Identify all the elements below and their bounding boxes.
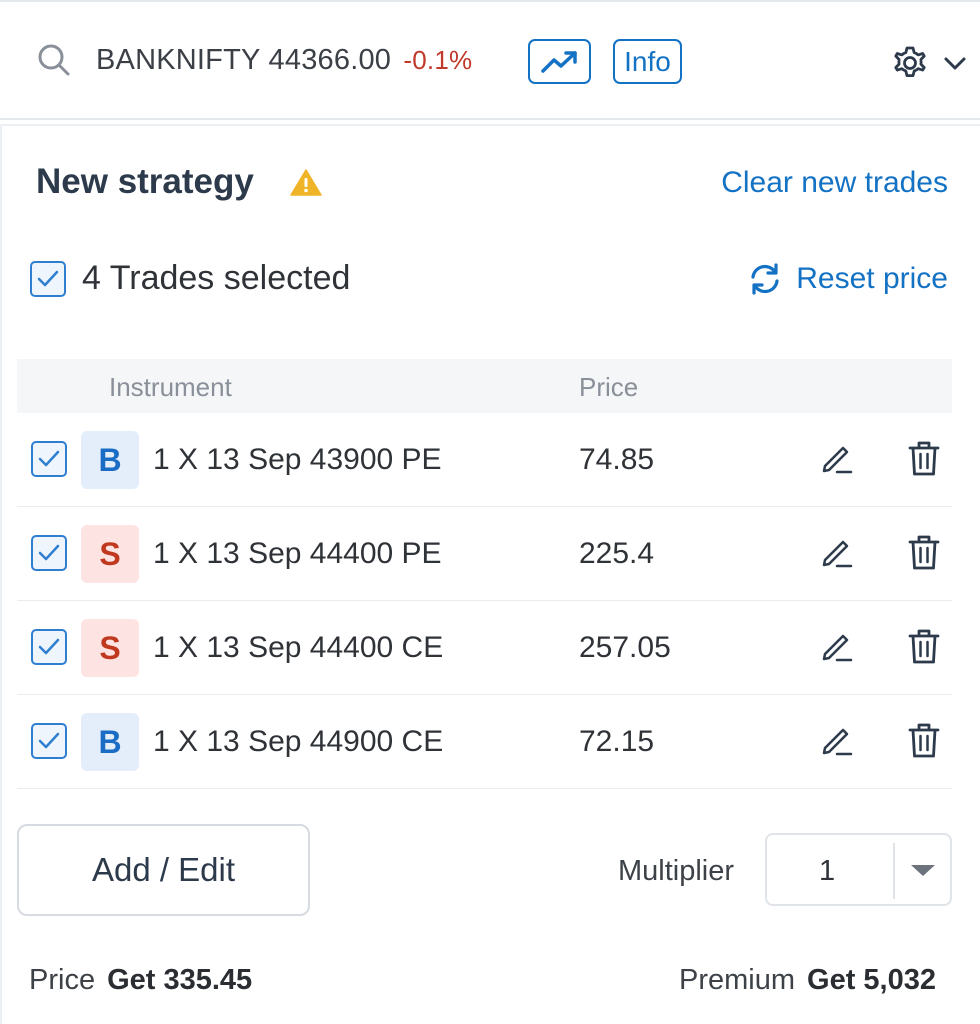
pencil-icon[interactable]	[819, 628, 855, 664]
select-divider	[893, 843, 895, 899]
trash-icon[interactable]	[907, 721, 941, 759]
ticker-ltp: 44366.00	[268, 44, 392, 76]
multiplier-value: 1	[819, 855, 836, 887]
trade-price: 72.15	[579, 725, 655, 758]
table-row: B 1 X 13 Sep 43900 PE 74.85	[17, 413, 952, 507]
caret-down-icon[interactable]	[911, 865, 935, 876]
trash-icon[interactable]	[907, 627, 941, 665]
trend-chart-icon	[540, 50, 577, 73]
chart-button[interactable]	[528, 39, 591, 84]
instrument-name: 1 X 13 Sep 43900 PE	[153, 443, 442, 476]
instrument-name: 1 X 13 Sep 44900 CE	[153, 725, 444, 758]
check-icon	[38, 732, 60, 749]
check-icon	[38, 544, 60, 561]
price-summary-value: Get 335.45	[107, 964, 253, 996]
refresh-icon	[751, 263, 779, 295]
instrument-name: 1 X 13 Sep 44400 PE	[153, 537, 442, 570]
trades-selected-label: 4 Trades selected	[82, 259, 351, 297]
pencil-icon[interactable]	[819, 722, 855, 758]
premium-summary-value: Get 5,032	[807, 964, 936, 996]
add-edit-button[interactable]: Add / Edit	[17, 824, 310, 916]
side-badge: B	[81, 431, 139, 489]
side-badge: S	[81, 619, 139, 677]
ticker-quote[interactable]: BANKNIFTY 44366.00 -0.1%	[96, 44, 472, 77]
ticker-change: -0.1%	[403, 45, 473, 75]
instrument-name: 1 X 13 Sep 44400 CE	[153, 631, 444, 664]
multiplier-label: Multiplier	[618, 855, 735, 887]
trash-icon[interactable]	[907, 439, 941, 477]
gear-icon[interactable]	[890, 42, 930, 82]
ticker-symbol: BANKNIFTY	[96, 44, 261, 76]
table-row: S 1 X 13 Sep 44400 CE 257.05	[17, 601, 952, 695]
row-checkbox[interactable]	[31, 723, 67, 759]
row-checkbox[interactable]	[31, 629, 67, 665]
row-checkbox[interactable]	[31, 535, 67, 571]
column-instrument: Instrument	[109, 372, 232, 402]
info-button[interactable]: Info	[613, 39, 682, 84]
trash-icon[interactable]	[907, 533, 941, 571]
table-header: Instrument Price	[17, 359, 952, 413]
trade-price: 225.4	[579, 537, 655, 570]
reset-price-button[interactable]: Reset price	[748, 262, 948, 296]
trade-price: 257.05	[579, 631, 671, 664]
row-checkbox[interactable]	[31, 441, 67, 477]
side-badge: S	[81, 525, 139, 583]
column-price: Price	[579, 372, 639, 402]
clear-new-trades-link[interactable]: Clear new trades	[721, 166, 948, 200]
strategy-panel: New strategy Clear new trades 4 Trades s…	[0, 124, 980, 1024]
multiplier-select[interactable]: 1	[765, 833, 952, 906]
side-badge: B	[81, 713, 139, 771]
check-icon	[38, 450, 60, 467]
search-icon[interactable]	[36, 42, 72, 78]
trade-price: 74.85	[579, 443, 655, 476]
table-row: B 1 X 13 Sep 44900 CE 72.15	[17, 695, 952, 789]
premium-summary: Premium Get 5,032	[679, 964, 936, 997]
strategy-title: New strategy	[36, 162, 254, 201]
chevron-down-icon[interactable]	[942, 50, 968, 76]
check-icon	[37, 270, 59, 287]
top-bar: BANKNIFTY 44366.00 -0.1% Info	[0, 0, 980, 120]
price-summary-label: Price	[29, 964, 96, 996]
reset-price-label: Reset price	[796, 262, 948, 295]
warning-icon	[290, 169, 322, 196]
pencil-icon[interactable]	[819, 440, 855, 476]
select-all-checkbox[interactable]	[30, 261, 66, 297]
premium-summary-label: Premium	[679, 964, 796, 996]
price-summary: Price Get 335.45	[29, 964, 252, 997]
table-row: S 1 X 13 Sep 44400 PE 225.4	[17, 507, 952, 601]
pencil-icon[interactable]	[819, 534, 855, 570]
check-icon	[38, 638, 60, 655]
